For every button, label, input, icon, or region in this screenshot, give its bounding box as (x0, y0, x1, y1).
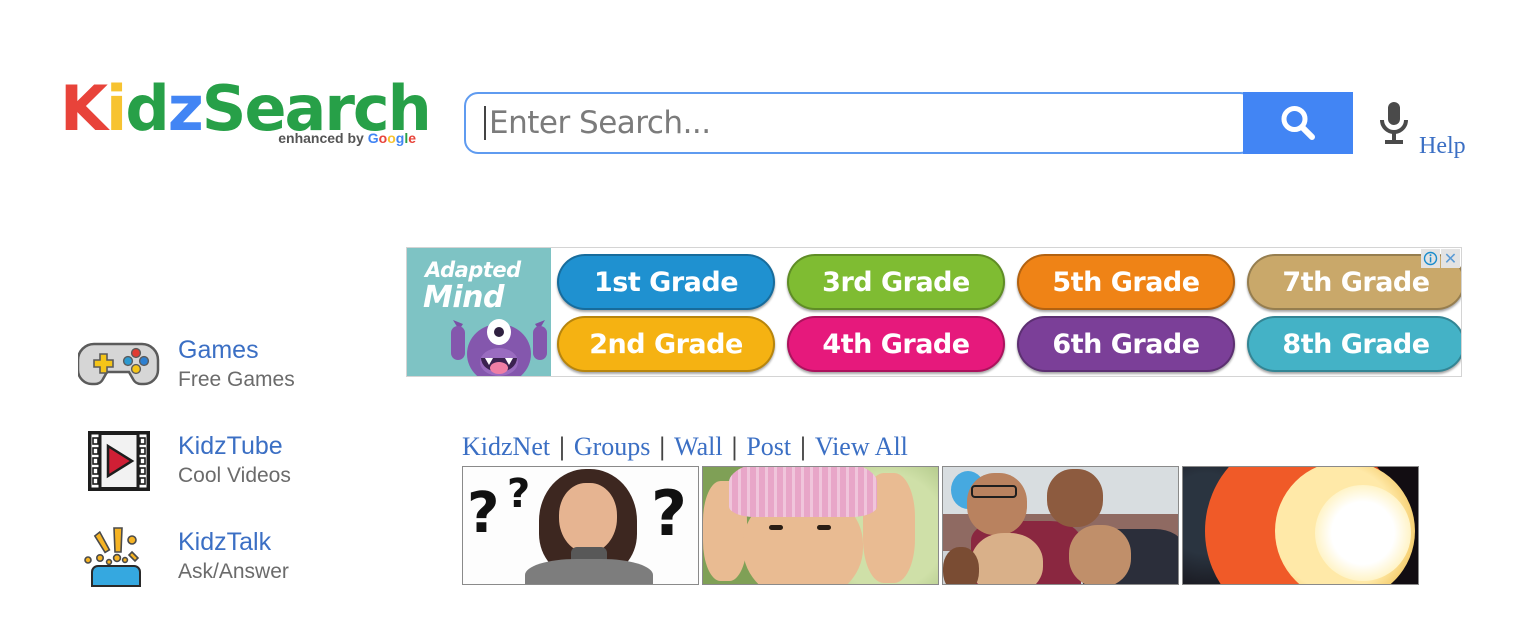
ad-grade-button-2[interactable]: 2nd Grade (557, 316, 775, 372)
earth-inner-core-layer (1315, 485, 1411, 581)
thumb-group-of-kids[interactable] (942, 466, 1179, 585)
search-button[interactable] (1243, 92, 1353, 154)
sidebar-item-sublabel: Free Games (178, 368, 295, 391)
ad-grade-buttons: 1st Grade 3rd Grade 5th Grade 7th Grade … (557, 254, 1461, 372)
ad-close-button[interactable]: ✕ (1441, 249, 1460, 268)
ad-grade-button-4[interactable]: 4th Grade (787, 316, 1005, 372)
voice-search-button[interactable] (1375, 100, 1413, 148)
photo-subject-eye (817, 525, 831, 530)
photo-subject-head (1047, 469, 1103, 527)
thumb-earth-core[interactable] (1182, 466, 1419, 585)
sidebar-item-sublabel: Cool Videos (178, 464, 291, 487)
logo-letter-k: K (60, 72, 108, 145)
sidebar-nav: Games Free Games KidzTube Cool Videos Ki… (60, 330, 390, 618)
sidebar-item-label[interactable]: KidzTube (178, 432, 283, 461)
ad-brand-line1: Adapted (425, 258, 521, 282)
search-icon (1281, 106, 1315, 140)
ad-grade-label: 2nd Grade (589, 328, 743, 360)
photo-subject-head (943, 547, 979, 584)
ad-grade-label: 6th Grade (1052, 328, 1200, 360)
photo-subject-head (1069, 525, 1131, 584)
logo-letter-d: d (125, 72, 169, 145)
photo-subject-head (967, 473, 1027, 535)
question-mark-glyph: ? (507, 471, 531, 517)
kidznet-thumbnail-row: ? ? ? (462, 466, 1419, 585)
sidebar-item-sublabel: Ask/Answer (178, 560, 289, 583)
ad-brand-line2: Mind (423, 280, 504, 315)
search-input[interactable]: Enter Search... (464, 92, 1254, 154)
ad-grade-label: 8th Grade (1282, 328, 1430, 360)
ad-grade-label: 4th Grade (822, 328, 970, 360)
info-circle-icon (1423, 251, 1438, 266)
ad-grade-label: 1st Grade (594, 266, 739, 298)
logo-letter-i: i (106, 72, 127, 145)
nav-separator: | (731, 432, 738, 461)
ad-grade-label: 3rd Grade (822, 266, 970, 298)
ad-grade-label: 5th Grade (1052, 266, 1200, 298)
sidebar-item-label[interactable]: Games (178, 336, 259, 365)
film-play-icon (78, 430, 160, 492)
site-header: KidzSearch enhanced by Google Enter Sear… (0, 0, 1536, 200)
photo-subject-face (559, 483, 617, 553)
microphone-icon (1380, 102, 1408, 144)
question-mark-glyph: ? (651, 477, 687, 550)
monster-mascot-icon (451, 319, 547, 376)
sidebar-item-kidztalk[interactable]: KidzTalk Ask/Answer (60, 522, 390, 618)
logo-letter-z: z (167, 72, 204, 145)
ad-brand-panel: Adapted Mind (407, 248, 551, 376)
kidznet-link-wall[interactable]: Wall (674, 432, 722, 461)
photo-subject-head (971, 533, 1043, 584)
kidznet-link-post[interactable]: Post (746, 432, 791, 461)
photo-subject-eye (769, 525, 783, 530)
text-caret (484, 106, 486, 140)
help-link[interactable]: Help (1419, 133, 1466, 160)
kidznet-link-groups[interactable]: Groups (574, 432, 651, 461)
nav-separator: | (559, 432, 565, 461)
ad-grade-button-1[interactable]: 1st Grade (557, 254, 775, 310)
kidzsearch-logo[interactable]: KidzSearch enhanced by Google (60, 78, 432, 158)
logo-tagline: enhanced by Google (278, 130, 416, 146)
question-mark-glyph: ? (467, 481, 500, 546)
photo-subject-body (525, 559, 653, 584)
nav-separator: | (800, 432, 806, 461)
sidebar-item-games[interactable]: Games Free Games (60, 330, 390, 426)
google-wordmark: Google (367, 130, 416, 146)
kidznet-nav: KidzNet | Groups | Wall | Post | View All (462, 432, 908, 462)
sidebar-item-kidztube[interactable]: KidzTube Cool Videos (60, 426, 390, 522)
ad-grade-label: 7th Grade (1282, 266, 1430, 298)
kidznet-link-kidznet[interactable]: KidzNet (462, 432, 550, 461)
photo-subject-glasses (971, 485, 1017, 498)
logo-tagline-text: enhanced by (278, 130, 364, 146)
sidebar-item-label[interactable]: KidzTalk (178, 528, 271, 557)
advertisement-banner[interactable]: Adapted Mind 1st Grade 3rd Grade 5th Gra… (406, 247, 1462, 377)
adchoices-info-icon[interactable] (1421, 249, 1440, 268)
photo-subject-hat-texture (729, 467, 877, 517)
ad-grade-button-8[interactable]: 8th Grade (1247, 316, 1461, 372)
ad-grade-button-3[interactable]: 3rd Grade (787, 254, 1005, 310)
thumb-girl-question-marks[interactable]: ? ? ? (462, 466, 699, 585)
ad-grade-button-6[interactable]: 6th Grade (1017, 316, 1235, 372)
exclamation-speech-icon (78, 526, 160, 588)
nav-separator: | (659, 432, 666, 461)
ad-grade-button-5[interactable]: 5th Grade (1017, 254, 1235, 310)
thumb-girl-pink-hat[interactable] (702, 466, 939, 585)
search-placeholder: Enter Search... (489, 105, 711, 141)
kidznet-link-view-all[interactable]: View All (815, 432, 908, 461)
gamepad-icon (76, 334, 160, 396)
